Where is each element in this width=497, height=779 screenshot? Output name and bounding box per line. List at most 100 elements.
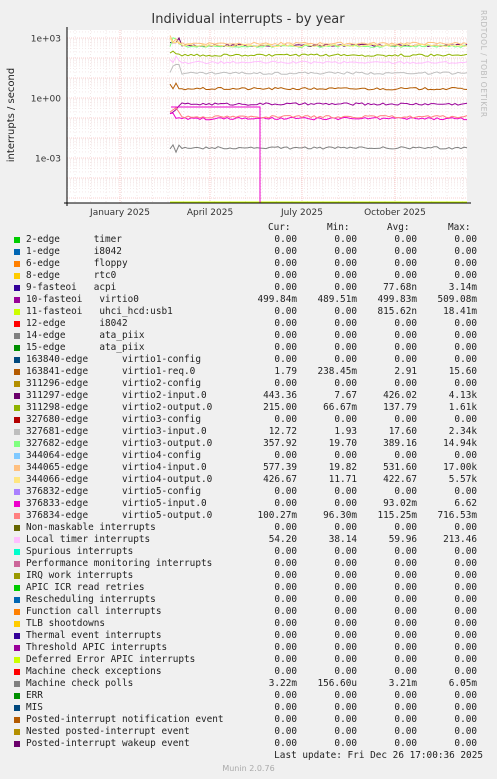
legend-swatch <box>14 429 20 435</box>
legend-cur: 0.00 <box>274 258 297 269</box>
legend-row: 344065-edge virtio4-input.0 577.39 19.82 53… <box>0 462 497 474</box>
legend-swatch <box>14 453 20 459</box>
legend-max: 14.94k <box>443 438 477 449</box>
legend-max: 0.00 <box>454 582 477 593</box>
legend-row: 376833-edge virtio5-input.0 0.00 0.00 93.02… <box>0 498 497 510</box>
legend-min: 0.00 <box>334 450 357 461</box>
legend-name: Spurious interrupts <box>26 546 134 557</box>
legend-avg: 0.00 <box>394 654 417 665</box>
legend-avg: 0.00 <box>394 738 417 749</box>
legend-row: Performance monitoring interrupts 0.00 0.0… <box>0 558 497 570</box>
legend-swatch <box>14 405 20 411</box>
legend-max: 0.00 <box>454 738 477 749</box>
legend-row: Machine check polls 3.22m 156.60u 3.21m 6.05… <box>0 678 497 690</box>
legend-avg: 0.00 <box>394 666 417 677</box>
legend-min: 38.14 <box>328 534 357 545</box>
legend-avg: 0.00 <box>394 318 417 329</box>
legend-cur: 426.67 <box>263 474 297 485</box>
legend-min: 0.00 <box>334 378 357 389</box>
legend-row: 311296-edge virtio2-config 0.00 0.00 0.00 0.… <box>0 378 497 390</box>
legend-swatch <box>14 681 20 687</box>
legend-name: Performance monitoring interrupts <box>26 558 213 569</box>
legend-max: 4.13k <box>448 390 477 401</box>
legend-swatch <box>14 417 20 423</box>
legend-row: IRQ work interrupts 0.00 0.00 0.00 0.00 <box>0 570 497 582</box>
legend-swatch <box>14 357 20 363</box>
legend-cur: 0.00 <box>274 666 297 677</box>
legend-max: 0.00 <box>454 354 477 365</box>
legend-min: 0.00 <box>334 330 357 341</box>
legend-row: MIS 0.00 0.00 0.00 0.00 <box>0 702 497 714</box>
legend-name: 327681-edge virtio3-input.0 <box>26 426 207 437</box>
legend-avg: 0.00 <box>394 234 417 245</box>
legend-cur: 0.00 <box>274 582 297 593</box>
legend-row: Rescheduling interrupts 0.00 0.00 0.00 0.00 <box>0 594 497 606</box>
legend-avg: 0.00 <box>394 618 417 629</box>
legend-swatch <box>14 381 20 387</box>
legend-avg: 0.00 <box>394 630 417 641</box>
legend-name: Machine check polls <box>26 678 134 689</box>
legend-cur: 12.72 <box>268 426 297 437</box>
legend-max: 0.00 <box>454 522 477 533</box>
legend-avg: 0.00 <box>394 246 417 257</box>
legend-avg: 137.79 <box>383 402 417 413</box>
legend-name: Rescheduling interrupts <box>26 594 156 605</box>
legend-cur: 54.20 <box>268 534 297 545</box>
legend-cur: 100.27m <box>257 510 297 521</box>
footer: Munin 2.0.76 <box>222 764 275 773</box>
legend-name: 344066-edge virtio4-output.0 <box>26 474 213 485</box>
legend-swatch <box>14 285 20 291</box>
legend-max: 15.60 <box>448 366 477 377</box>
legend-min: 0.00 <box>334 306 357 317</box>
legend-row: 344066-edge virtio4-output.0 426.67 11.71 4… <box>0 474 497 486</box>
legend-avg: 0.00 <box>394 450 417 461</box>
legend-min: 96.30m <box>323 510 357 521</box>
legend-row: 376832-edge virtio5-config 0.00 0.00 0.00 0.… <box>0 486 497 498</box>
legend-max: 0.00 <box>454 618 477 629</box>
legend-swatch <box>14 465 20 471</box>
y-tick-label: 1e+00 <box>31 95 62 105</box>
legend-row: Spurious interrupts 0.00 0.00 0.00 0.00 <box>0 546 497 558</box>
legend-swatch <box>14 273 20 279</box>
legend-min: 0.00 <box>334 246 357 257</box>
legend-min: 0.00 <box>334 630 357 641</box>
legend-cur: 0.00 <box>274 594 297 605</box>
x-tick-label: April 2025 <box>187 208 233 218</box>
column-header-avg: Avg: <box>387 222 410 233</box>
legend-cur: 0.00 <box>274 606 297 617</box>
legend-swatch <box>14 621 20 627</box>
legend-row: 12-edge i8042 0.00 0.00 0.00 0.00 <box>0 318 497 330</box>
legend-swatch <box>14 633 20 639</box>
legend-name: 311298-edge virtio2-output.0 <box>26 402 213 413</box>
legend-row: 327682-edge virtio3-output.0 357.92 19.70 3… <box>0 438 497 450</box>
chart-title: Individual interrupts - by year <box>151 12 345 27</box>
legend-name: 9-fasteoi acpi <box>26 282 117 293</box>
legend-max: 17.00k <box>443 462 477 473</box>
legend-avg: 77.68n <box>383 282 417 293</box>
legend-name: 376833-edge virtio5-input.0 <box>26 498 207 509</box>
legend-min: 0.00 <box>334 558 357 569</box>
legend-avg: 0.00 <box>394 342 417 353</box>
legend-avg: 0.00 <box>394 270 417 281</box>
legend-avg: 422.67 <box>383 474 417 485</box>
legend-avg: 0.00 <box>394 486 417 497</box>
legend-row: 11-fasteoi uhci_hcd:usb1 0.00 0.00 815.62n 1… <box>0 306 497 318</box>
legend-min: 489.51m <box>317 294 357 305</box>
legend-max: 0.00 <box>454 270 477 281</box>
legend-swatch <box>14 393 20 399</box>
legend-cur: 0.00 <box>274 318 297 329</box>
legend-row: 9-fasteoi acpi 0.00 0.00 77.68n 3.14m <box>0 282 497 294</box>
column-header-max: Max: <box>448 222 471 233</box>
legend-min: 0.00 <box>334 522 357 533</box>
legend-avg: 0.00 <box>394 330 417 341</box>
legend-row: 344064-edge virtio4-config 0.00 0.00 0.00 0.… <box>0 450 497 462</box>
y-axis-label: interrupts / second <box>6 68 17 162</box>
legend-swatch <box>14 717 20 723</box>
legend-name: Thermal event interrupts <box>26 630 162 641</box>
legend-cur: 0.00 <box>274 354 297 365</box>
legend-row: Deferred Error APIC interrupts 0.00 0.00 0.… <box>0 654 497 666</box>
legend-max: 0.00 <box>454 258 477 269</box>
legend-avg: 0.00 <box>394 726 417 737</box>
legend-swatch <box>14 609 20 615</box>
legend-row: 311298-edge virtio2-output.0 215.00 66.67m… <box>0 402 497 414</box>
